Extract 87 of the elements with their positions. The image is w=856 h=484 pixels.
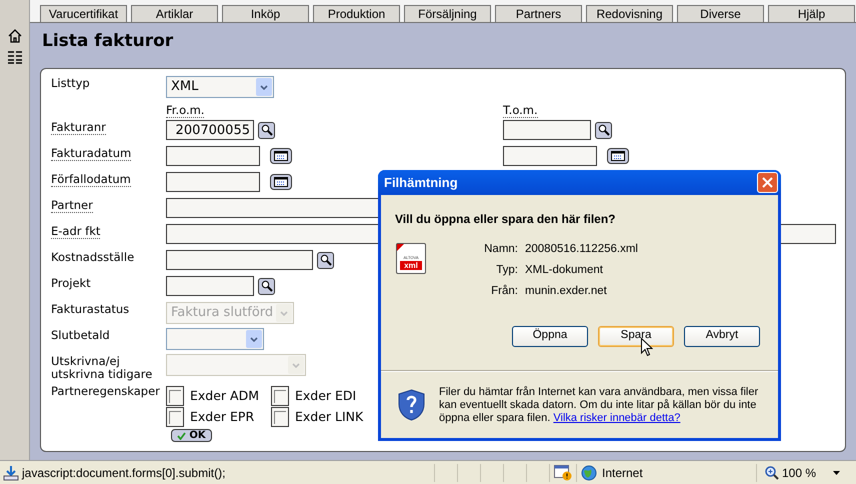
detail-value: XML-dokument xyxy=(525,263,604,278)
close-button[interactable] xyxy=(757,172,778,193)
detail-label: Från: xyxy=(490,284,518,300)
warning-text: Filer du hämtar från Internet kan vara användbara, men vissa filer kan eventuellt skada datorn. Om du inte litar på källan bör du inte öppna eller spara filen. Vilka risker innebär detta? xyxy=(439,386,760,426)
column-header: Fr.o.m. xyxy=(166,103,204,118)
caret-icon xyxy=(250,336,258,342)
field-label: Projekt xyxy=(51,276,91,291)
field-label: Förfallodatum xyxy=(51,172,131,187)
detail-value: munin.exder.net xyxy=(525,284,608,300)
calendar-icon xyxy=(611,151,625,161)
search-button[interactable] xyxy=(595,122,612,138)
caret-icon xyxy=(292,362,300,368)
field-label: Fakturastatus xyxy=(51,302,130,317)
field-label: Slutbetald xyxy=(51,328,110,343)
field-label: Kostnadsställe xyxy=(51,250,134,265)
field-label: Partner xyxy=(51,198,93,213)
text-field[interactable] xyxy=(503,120,591,140)
field-label: Utskrivna/ej utskrivna tidigare xyxy=(51,354,152,382)
dialog-title: Filhämtning xyxy=(384,174,459,192)
field-label: E-adr fkt xyxy=(51,224,100,239)
detail-label: Typ: xyxy=(495,263,518,278)
menu-tab[interactable]: Hjälp xyxy=(768,5,855,22)
dialog-question: Vill du öppna eller spara den här filen? xyxy=(395,212,616,226)
zoom-level[interactable]: 100 % xyxy=(782,464,816,482)
calendar-button[interactable] xyxy=(607,148,629,164)
text-field[interactable] xyxy=(166,276,254,296)
menu-tab[interactable]: Artiklar xyxy=(131,5,218,22)
page-title: Lista fakturor xyxy=(41,30,174,53)
menu-tab[interactable]: Inköp xyxy=(222,5,309,22)
menu-tab[interactable]: Försäljning xyxy=(404,5,491,22)
close-icon xyxy=(762,176,773,188)
search-icon xyxy=(260,280,272,292)
search-button[interactable] xyxy=(258,122,275,138)
menu-tab[interactable]: Produktion xyxy=(313,5,400,22)
text-field[interactable]: 200700055 xyxy=(166,120,254,140)
text-field[interactable] xyxy=(503,146,597,166)
checkbox-label: Exder EDI xyxy=(295,386,356,405)
detail-value: 20080516.112256.xml xyxy=(525,242,638,257)
checkbox-label: Exder ADM xyxy=(190,386,259,405)
calendar-icon xyxy=(274,151,288,161)
menu-tab[interactable]: Redovisning xyxy=(586,5,673,22)
checkbox[interactable] xyxy=(166,386,184,406)
detail-label: Namn: xyxy=(483,242,518,257)
checkbox-label: Exder LINK xyxy=(295,408,364,426)
checkmark-icon xyxy=(177,432,186,440)
column-header: T.o.m. xyxy=(503,103,538,118)
search-icon xyxy=(598,124,610,136)
menu-tab[interactable]: Varucertifikat xyxy=(40,5,127,22)
dialog-button[interactable]: Spara xyxy=(598,326,674,347)
search-button[interactable] xyxy=(258,278,275,294)
dropdown[interactable] xyxy=(166,328,264,350)
field-label: Partneregenskaper xyxy=(51,384,160,399)
popup-warning-icon xyxy=(554,464,572,480)
search-button[interactable] xyxy=(317,252,334,268)
dialog-button[interactable]: Öppna xyxy=(512,326,588,347)
search-icon xyxy=(260,124,272,136)
shield-question-icon xyxy=(398,388,425,421)
checkbox-label: Exder EPR xyxy=(190,408,254,426)
status-text: javascript:document.forms[0].submit(); xyxy=(22,464,226,482)
caret-icon xyxy=(280,310,288,316)
zoom-icon xyxy=(765,466,779,480)
dialog-button[interactable]: Avbryt xyxy=(684,326,760,347)
field-label: Listtyp xyxy=(51,76,90,91)
dropdown[interactable]: XML xyxy=(166,76,274,98)
menu-tab[interactable]: Partners xyxy=(495,5,582,22)
zone-label: Internet xyxy=(602,464,643,482)
help-link[interactable]: Vilka risker innebär detta? xyxy=(553,412,680,424)
calendar-button[interactable] xyxy=(270,148,292,164)
search-icon xyxy=(320,254,332,266)
checkbox[interactable] xyxy=(166,407,184,427)
checkbox[interactable] xyxy=(271,407,289,427)
checkbox[interactable] xyxy=(271,386,289,406)
field-label: Fakturanr xyxy=(51,120,106,135)
menu-tab[interactable]: Diverse xyxy=(677,5,764,22)
ok-button[interactable]: OK xyxy=(171,429,212,442)
download-icon xyxy=(3,464,19,480)
field-label: Fakturadatum xyxy=(51,146,132,161)
text-field[interactable] xyxy=(166,250,313,270)
calendar-button[interactable] xyxy=(270,174,292,190)
list-icon[interactable] xyxy=(6,50,22,64)
text-field[interactable] xyxy=(166,172,260,192)
home-icon[interactable] xyxy=(6,28,22,44)
dropdown-arrow-icon[interactable] xyxy=(833,470,840,474)
calendar-icon xyxy=(274,177,288,187)
text-field[interactable] xyxy=(166,146,260,166)
caret-icon xyxy=(260,84,268,90)
globe-icon xyxy=(581,464,597,480)
